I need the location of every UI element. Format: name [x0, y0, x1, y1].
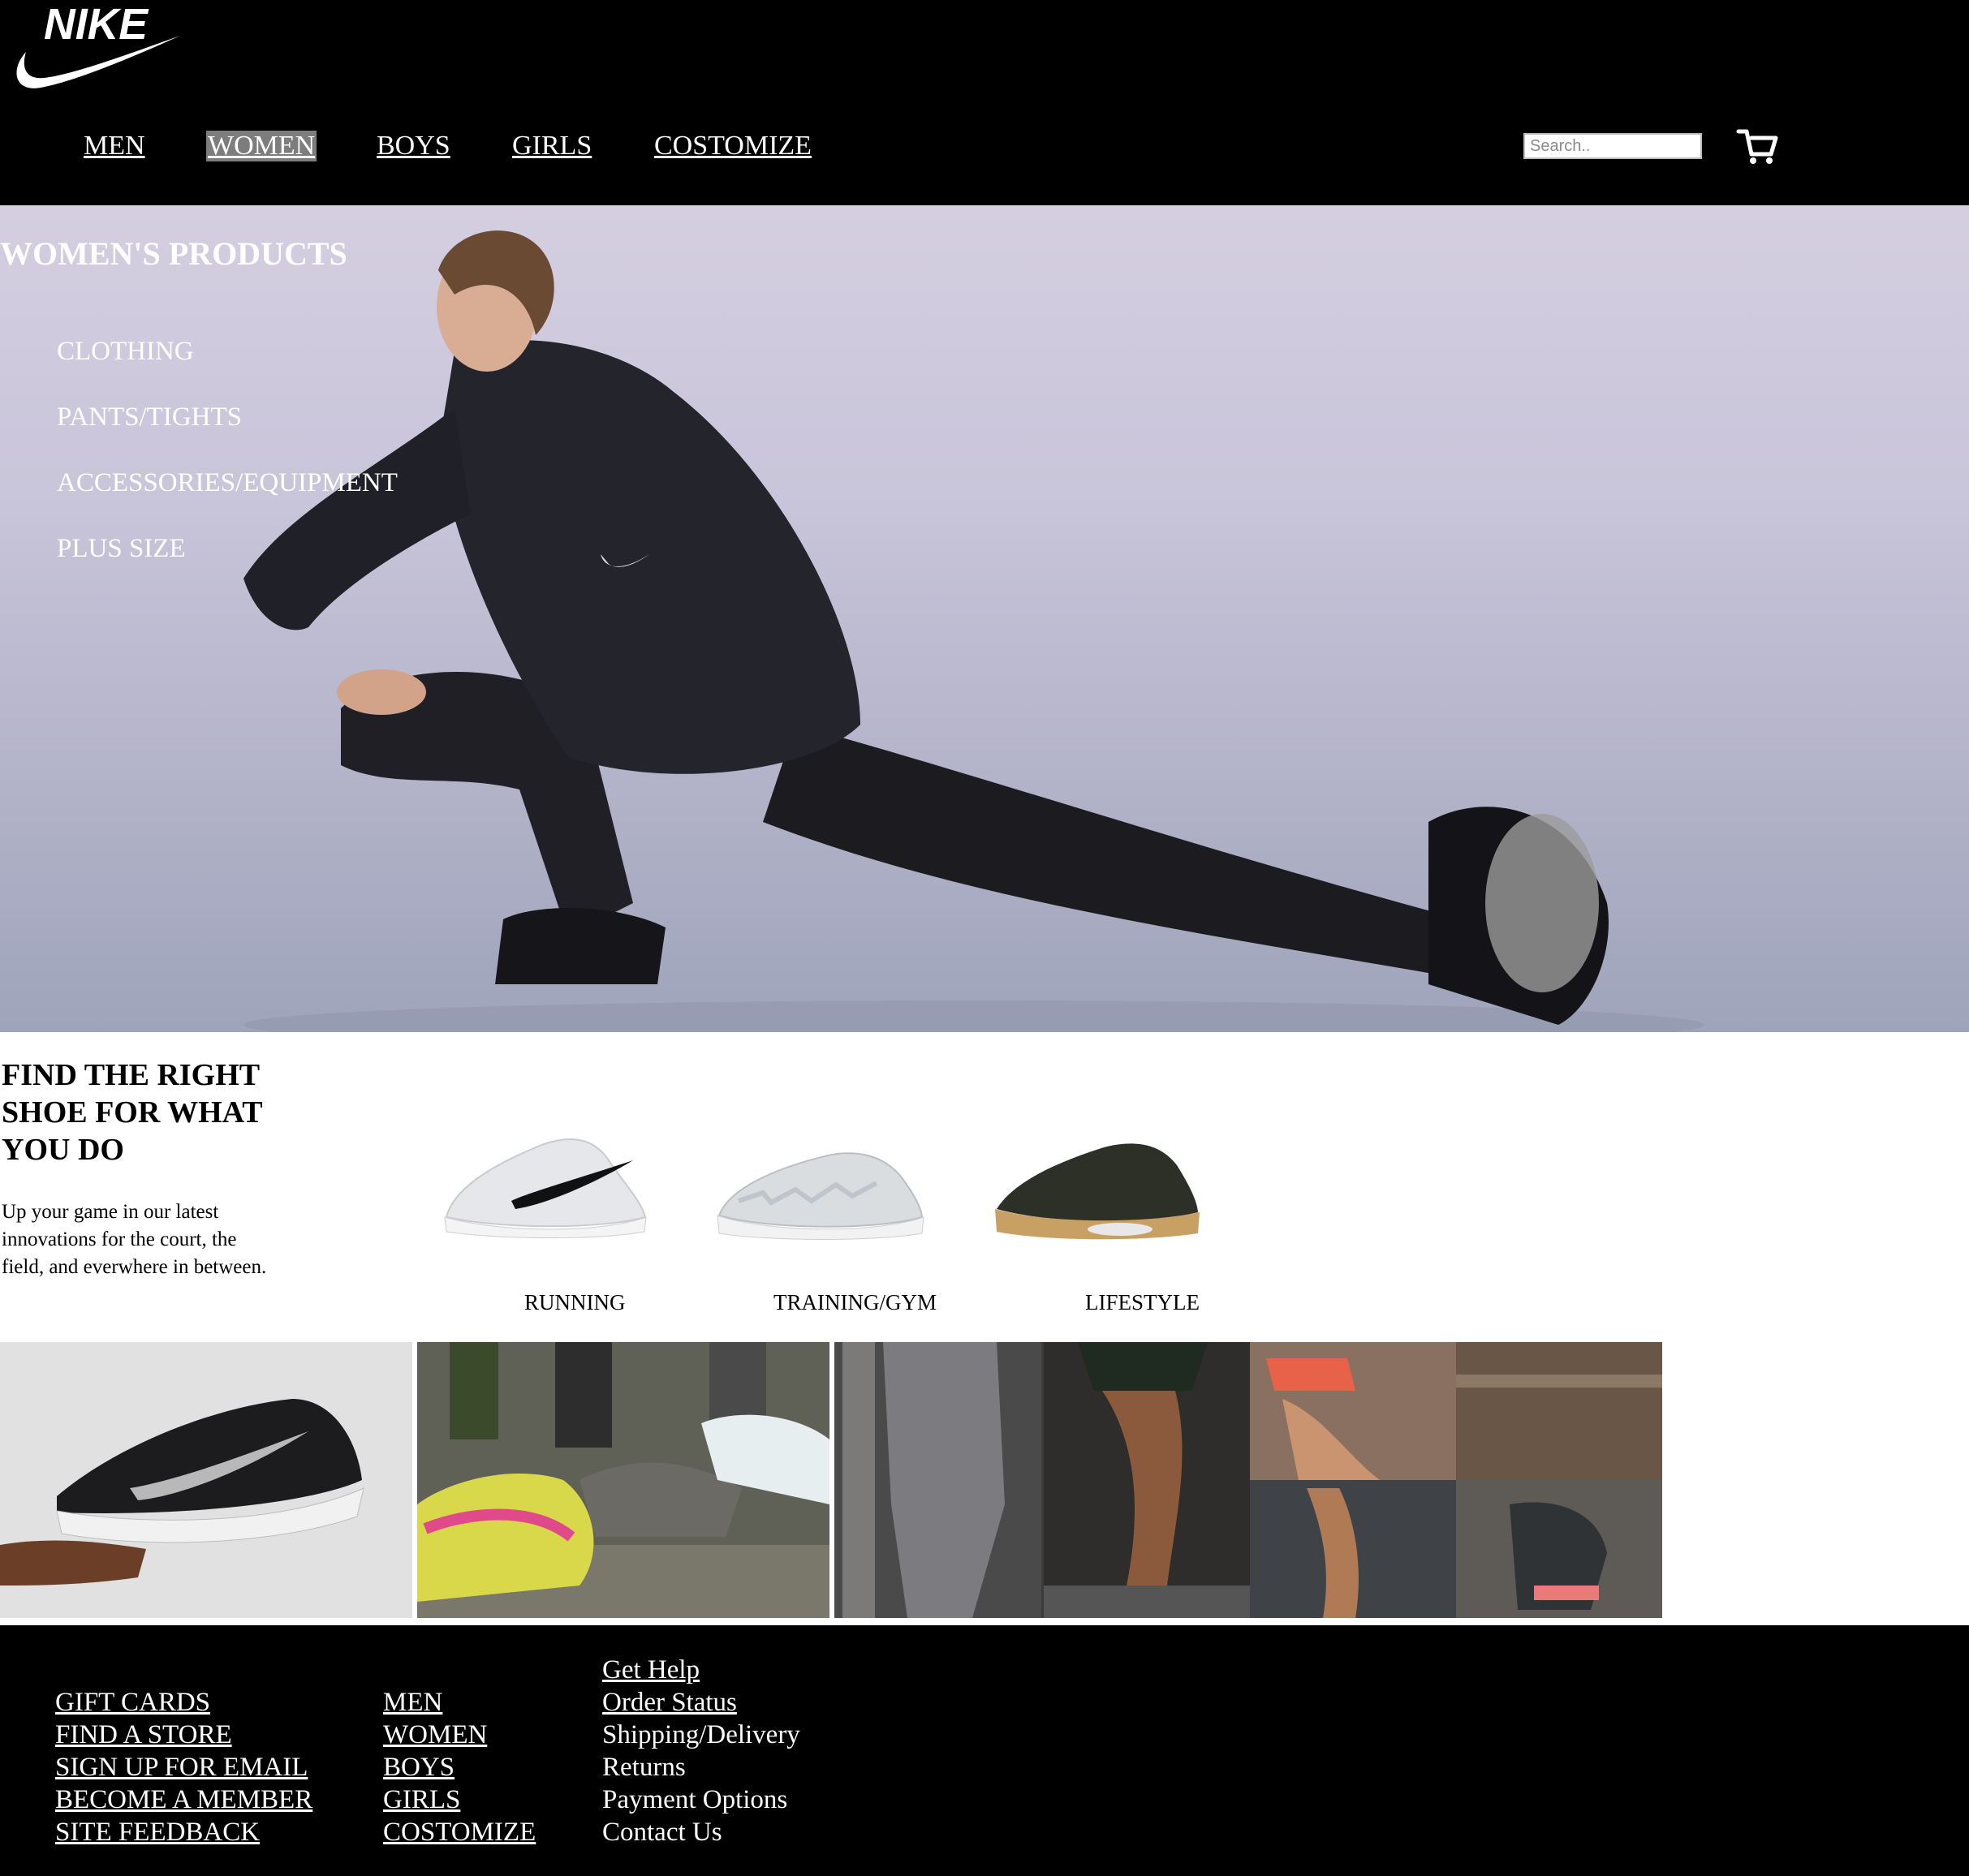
- hero-banner: WOMEN'S PRODUCTS CLOTHING PANTS/TIGHTS A…: [0, 205, 1969, 1032]
- footer-link-email-signup[interactable]: SIGN UP FOR EMAIL: [55, 1751, 312, 1783]
- lifestyle-shoe-image[interactable]: [990, 1112, 1201, 1250]
- gym-collage-image: [1250, 1342, 1662, 1618]
- footer-help: Get Help Order Status Shipping/Delivery …: [602, 1654, 800, 1848]
- footer-text-payment-options: Payment Options: [602, 1785, 788, 1814]
- footer-link-get-help[interactable]: Get Help: [602, 1654, 800, 1686]
- training-collage-image: [834, 1342, 1250, 1618]
- site-footer: GIFT CARDS FIND A STORE SIGN UP FOR EMAI…: [0, 1625, 1969, 1876]
- hero-link-plus-size[interactable]: PLUS SIZE: [57, 516, 398, 582]
- footer-text-contact-us: Contact Us: [602, 1818, 722, 1847]
- category-lifestyle[interactable]: LIFESTYLE: [1085, 1290, 1200, 1315]
- category-running[interactable]: RUNNING: [524, 1290, 626, 1315]
- footer-links-account: GIFT CARDS FIND A STORE SIGN UP FOR EMAI…: [55, 1686, 312, 1848]
- footer-link-become-member[interactable]: BECOME A MEMBER: [55, 1783, 312, 1816]
- nav-boys[interactable]: BOYS: [377, 122, 450, 170]
- site-header: NIKE MEN WOMEN BOYS GIRLS COSTOMIZE: [0, 0, 1969, 205]
- footer-link-site-feedback[interactable]: SITE FEEDBACK: [55, 1816, 312, 1848]
- training-shoe-image[interactable]: [714, 1112, 925, 1250]
- hero-link-clothing[interactable]: CLOTHING: [57, 319, 398, 385]
- tile-shoe-in-hand[interactable]: [0, 1342, 412, 1618]
- nav-women[interactable]: WOMEN: [206, 131, 317, 161]
- footer-links-categories: MEN WOMEN BOYS GIRLS COSTOMIZE: [383, 1686, 536, 1848]
- footer-link-boys[interactable]: BOYS: [383, 1751, 536, 1783]
- footer-link-gift-cards[interactable]: GIFT CARDS: [55, 1686, 312, 1719]
- footer-link-costomize[interactable]: COSTOMIZE: [383, 1816, 536, 1848]
- hero-title: WOMEN'S PRODUCTS: [0, 235, 347, 272]
- shoe-in-hand-image: [0, 1399, 364, 1586]
- find-shoe-description: Up your game in our latest innovations f…: [2, 1201, 267, 1278]
- hero-link-pants-tights[interactable]: PANTS/TIGHTS: [57, 385, 398, 450]
- footer-link-order-status[interactable]: Order Status: [602, 1686, 800, 1719]
- footer-link-girls[interactable]: GIRLS: [383, 1783, 536, 1816]
- nike-wordmark: NIKE: [44, 5, 149, 49]
- tile-training-collage-2[interactable]: [1250, 1342, 1662, 1618]
- nav-girls[interactable]: GIRLS: [512, 122, 592, 170]
- tile-running-shoes[interactable]: [417, 1342, 829, 1618]
- nav-men[interactable]: MEN: [84, 122, 145, 170]
- category-training-gym[interactable]: TRAINING/GYM: [773, 1290, 937, 1315]
- nike-logo-icon[interactable]: NIKE: [8, 5, 180, 94]
- footer-link-men[interactable]: MEN: [383, 1686, 536, 1719]
- footer-text-shipping: Shipping/Delivery: [602, 1720, 800, 1749]
- nav-costomize[interactable]: COSTOMIZE: [654, 122, 812, 170]
- hero-category-menu: CLOTHING PANTS/TIGHTS ACCESSORIES/EQUIPM…: [57, 319, 398, 582]
- running-shoes-group-image: [417, 1342, 829, 1618]
- tile-training-collage-1[interactable]: [834, 1342, 1250, 1618]
- search-input[interactable]: [1523, 133, 1702, 159]
- running-shoe-image[interactable]: [438, 1112, 649, 1250]
- footer-link-women[interactable]: WOMEN: [383, 1719, 536, 1751]
- find-shoe-heading: FIND THE RIGHT SHOE FOR WHAT YOU DO: [2, 1058, 262, 1167]
- footer-link-find-store[interactable]: FIND A STORE: [55, 1719, 312, 1751]
- shopping-cart-icon[interactable]: [1735, 127, 1781, 166]
- hero-link-accessories[interactable]: ACCESSORIES/EQUIPMENT: [57, 450, 398, 516]
- footer-text-returns: Returns: [602, 1753, 686, 1782]
